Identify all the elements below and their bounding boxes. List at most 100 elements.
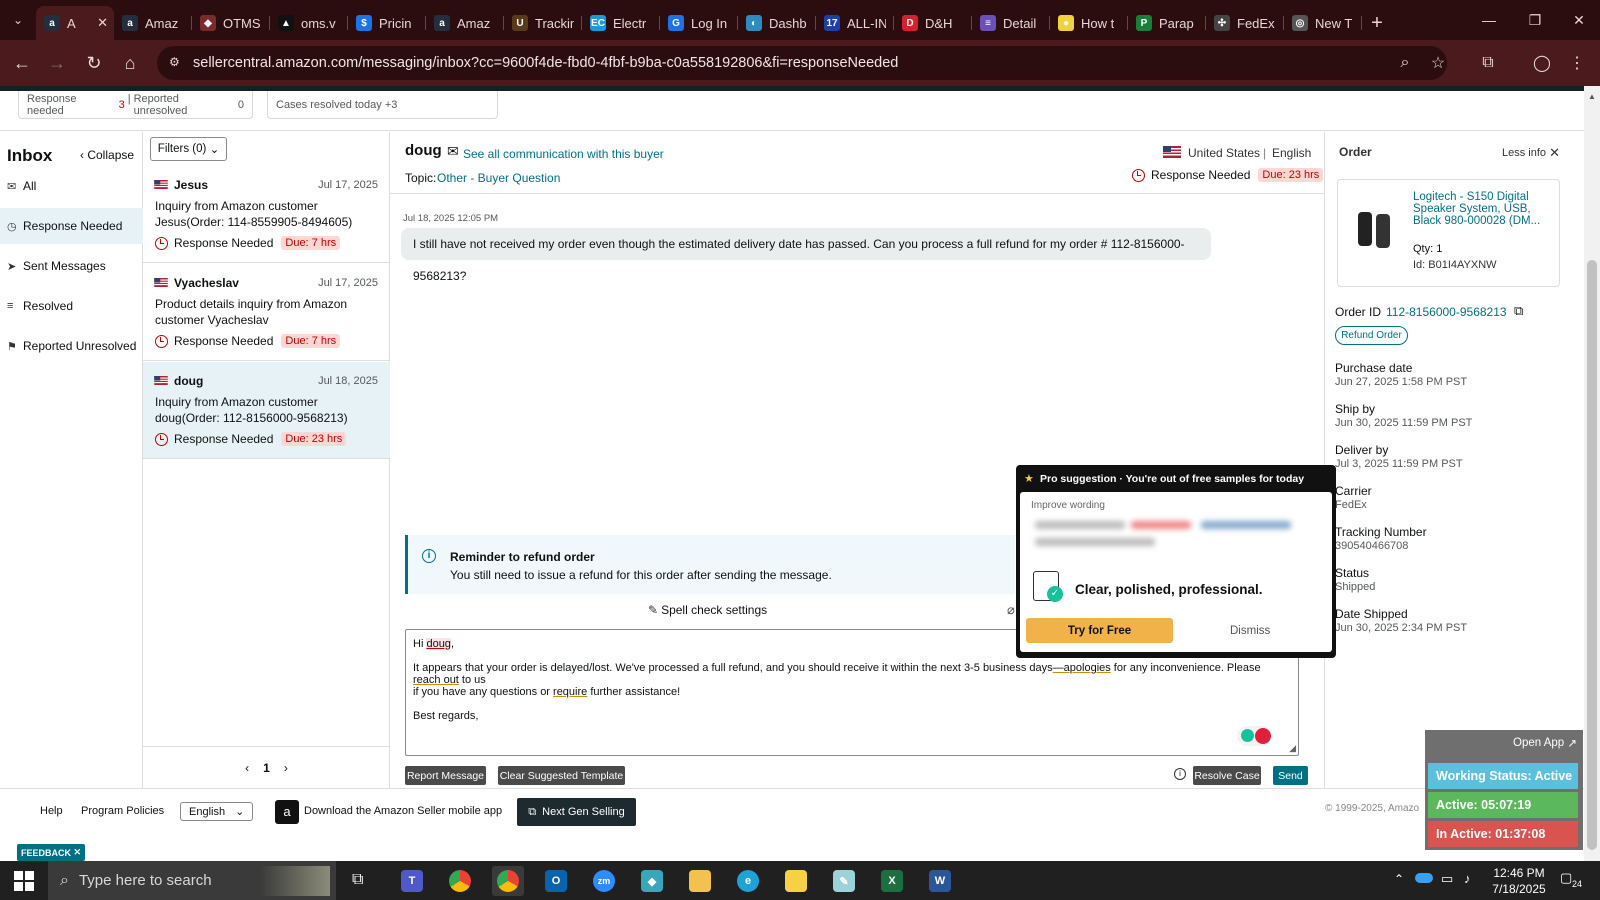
browser-tab[interactable]: 17 ALL-IN [816, 6, 894, 40]
next-gen-selling-button[interactable]: ⧉ Next Gen Selling [517, 798, 636, 826]
excel-icon[interactable]: X [876, 866, 908, 896]
close-window-icon[interactable]: ✕ [1556, 0, 1600, 40]
teams-icon[interactable]: T [396, 866, 428, 896]
address-bar[interactable]: ⚙ sellercentral.amazon.com/messaging/inb… [157, 46, 1447, 80]
grammar-assistant-widget[interactable] [1237, 726, 1271, 746]
sticky-notes-icon[interactable] [780, 866, 812, 896]
minimize-icon[interactable]: — [1466, 0, 1512, 40]
edge-icon[interactable]: e [732, 866, 764, 896]
app-diamond-icon[interactable]: ◆ [636, 866, 668, 896]
attachment-icon[interactable]: ⌀ [1007, 602, 1015, 618]
nav-item-all[interactable]: ✉ All [0, 168, 143, 204]
nav-item-label: Resolved [23, 299, 74, 313]
report-message-button[interactable]: Report Message [405, 766, 486, 785]
program-policies-link[interactable]: Program Policies [81, 805, 164, 817]
extensions-icon[interactable]: ⧉ [1476, 51, 1500, 75]
see-all-communication-link[interactable]: See all communication with this buyer [463, 147, 664, 161]
case-stats-bar: Response needed 3 | Reported unresolved … [0, 91, 1584, 131]
thread-row[interactable]: Jesus Jul 17, 2025 Inquiry from Amazon cus… [143, 166, 390, 263]
language-select[interactable]: English ⌄ [180, 802, 253, 821]
onedrive-icon[interactable] [1415, 873, 1433, 883]
home-icon[interactable]: ⌂ [118, 51, 142, 75]
clear-suggested-template-button[interactable]: Clear Suggested Template [498, 766, 625, 785]
dismiss-button[interactable]: Dismiss [1230, 625, 1270, 637]
mobile-app-link[interactable]: Download the Amazon Seller mobile app [304, 805, 502, 817]
browser-menu-icon[interactable]: ⋮ [1565, 51, 1589, 75]
try-for-free-button[interactable]: Try for Free [1026, 618, 1173, 643]
resolve-case-button[interactable]: Resolve Case [1193, 766, 1261, 785]
browser-tab[interactable]: ▲ oms.v [270, 6, 348, 40]
browser-tab[interactable]: D D&H [894, 6, 972, 40]
browser-tab[interactable]: P Parap [1128, 6, 1206, 40]
chrome-icon[interactable] [444, 866, 476, 896]
nav-item-response-needed[interactable]: ◷ Response Needed [0, 208, 143, 244]
nav-item-resolved[interactable]: ≡ Resolved [0, 288, 143, 324]
chrome-profile-icon[interactable] [492, 866, 524, 896]
browser-tab[interactable]: ◐ Dashb [738, 6, 816, 40]
topic-link[interactable]: Other - Buyer Question [437, 171, 560, 185]
notes-app-icon[interactable]: ✎ [828, 866, 860, 896]
thread-row[interactable]: Vyacheslav Jul 17, 2025 Product details in… [143, 264, 390, 361]
popup-headline: Clear, polished, professional. [1075, 582, 1263, 597]
notification-icon[interactable]: ▢ [1560, 870, 1572, 886]
back-icon[interactable]: ← [10, 51, 34, 75]
browser-tab[interactable]: a A ✕ [36, 6, 114, 40]
windows-start-icon[interactable] [14, 871, 34, 891]
close-tab-icon[interactable]: ✕ [97, 15, 108, 31]
browser-tab[interactable]: ✣ FedEx [1206, 6, 1284, 40]
nav-item-sent-messages[interactable]: ➤ Sent Messages [0, 248, 143, 284]
browser-tab[interactable]: ≡ Detail [972, 6, 1050, 40]
open-app-link[interactable]: Open App ↗ [1513, 736, 1577, 750]
new-tab-button[interactable]: + [1362, 6, 1392, 40]
taskbar-clock[interactable]: 12:46 PM 7/18/2025 [1488, 865, 1550, 897]
refund-reminder-alert: i Reminder to refund order You still nee… [405, 535, 1015, 594]
reload-icon[interactable]: ↻ [82, 51, 106, 75]
profile-icon[interactable]: ◯ [1530, 51, 1554, 75]
browser-tab[interactable]: EC Electr [582, 6, 660, 40]
site-info-icon[interactable]: ⚙ [169, 55, 185, 71]
browser-tab[interactable]: a Amaz [114, 6, 192, 40]
word-icon[interactable]: W [924, 866, 956, 896]
network-icon[interactable]: ▭ [1441, 871, 1453, 887]
send-button[interactable]: Send [1273, 766, 1308, 785]
thread-row[interactable]: doug Jul 18, 2025 Inquiry from Amazon cust… [143, 362, 390, 459]
scrollbar-thumb[interactable] [1587, 260, 1597, 850]
browser-tab[interactable]: ◎ New T [1284, 6, 1362, 40]
bookmark-star-icon[interactable]: ☆ [1426, 51, 1450, 75]
browser-tab[interactable]: $ Pricin [348, 6, 426, 40]
help-link[interactable]: Help [40, 805, 63, 817]
tray-chevron-icon[interactable]: ⌃ [1394, 872, 1404, 886]
taskbar-search-box[interactable]: ⌕ Type here to search [48, 861, 336, 900]
copy-icon[interactable]: ⧉ [1514, 303, 1523, 319]
file-explorer-icon[interactable] [684, 866, 716, 896]
country-language-separator: | [1263, 146, 1267, 160]
filters-button[interactable]: Filters (0) ⌄ [150, 137, 227, 161]
order-id-link[interactable]: 112-8156000-9568213 [1386, 305, 1507, 319]
outlook-icon[interactable]: O [540, 866, 572, 896]
refund-order-button[interactable]: Refund Order [1335, 326, 1408, 345]
volume-icon[interactable]: ♪ [1464, 871, 1471, 886]
browser-tab[interactable]: ● How t [1050, 6, 1128, 40]
collapse-button[interactable]: ‹ Collapse [80, 148, 134, 162]
product-link[interactable]: Logitech - S150 Digital Speaker System, … [1413, 191, 1553, 227]
zoom-icon[interactable]: ⌕ [1393, 51, 1417, 75]
zoom-app-icon[interactable]: zm [588, 866, 620, 896]
task-view-icon[interactable]: ⧉ [352, 871, 363, 889]
nav-item-reported-unresolved[interactable]: ⚑ Reported Unresolved [0, 328, 143, 364]
help-circle-icon[interactable]: i [1174, 768, 1186, 780]
browser-tab[interactable]: ◆ OTMS [192, 6, 270, 40]
browser-tab[interactable]: G Log In [660, 6, 738, 40]
forward-icon[interactable]: → [45, 51, 69, 75]
prev-page-icon[interactable]: ‹ [245, 761, 249, 775]
resize-handle-icon[interactable]: ◢ [1289, 742, 1296, 754]
collapse-label: Collapse [87, 148, 135, 162]
less-info-button[interactable]: Less info ✕ [1502, 145, 1560, 161]
feedback-button[interactable]: FEEDBACK ✕ [17, 844, 85, 861]
tab-search-dropdown-icon[interactable]: ⌄ [0, 0, 36, 40]
restore-icon[interactable]: ❐ [1512, 0, 1558, 40]
next-page-icon[interactable]: › [284, 761, 288, 775]
browser-tab[interactable]: a Amaz [426, 6, 504, 40]
scroll-up-icon[interactable]: ▲ [1588, 92, 1596, 101]
browser-tab[interactable]: U Trackin [504, 6, 582, 40]
spell-check-settings-link[interactable]: ✎ Spell check settings [648, 603, 767, 617]
